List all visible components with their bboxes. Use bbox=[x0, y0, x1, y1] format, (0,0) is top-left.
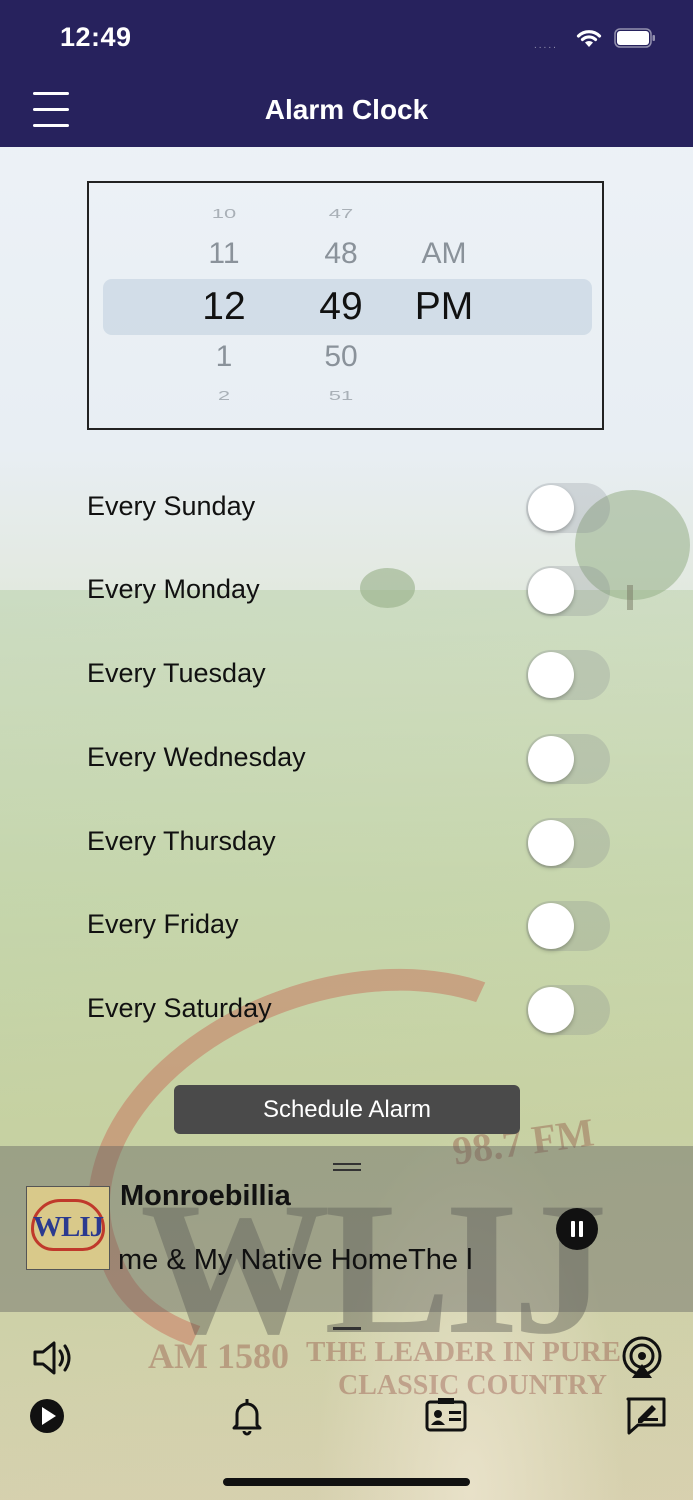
watermark-slogan-1: THE LEADER IN PURE bbox=[306, 1336, 622, 1368]
minute-option[interactable]: 47 bbox=[286, 206, 396, 222]
toggle-knob bbox=[528, 820, 574, 866]
period-selected[interactable]: PM bbox=[389, 285, 499, 329]
minute-selected[interactable]: 49 bbox=[286, 285, 396, 329]
day-label: Every Sunday bbox=[87, 491, 256, 521]
toggle-knob bbox=[528, 485, 574, 531]
volume-icon[interactable] bbox=[30, 1336, 74, 1380]
battery-icon bbox=[614, 28, 655, 48]
minute-option[interactable]: 50 bbox=[286, 340, 396, 374]
track-marquee: me & My Native HomeThe l bbox=[118, 1244, 473, 1276]
message-icon[interactable] bbox=[624, 1394, 668, 1438]
toggle-knob bbox=[528, 652, 574, 698]
day-label: Every Friday bbox=[87, 909, 239, 939]
toggle-tuesday[interactable] bbox=[526, 650, 610, 700]
day-row-saturday: Every Saturday bbox=[87, 985, 610, 1035]
toggle-monday[interactable] bbox=[526, 566, 610, 616]
toggle-saturday[interactable] bbox=[526, 985, 610, 1035]
play-icon[interactable] bbox=[25, 1394, 69, 1438]
wifi-icon bbox=[576, 30, 602, 47]
toggle-knob bbox=[528, 987, 574, 1033]
page-title: Alarm Clock bbox=[264, 94, 429, 125]
minute-option[interactable]: 51 bbox=[286, 388, 396, 404]
toggle-thursday[interactable] bbox=[526, 818, 610, 868]
track-title: Monroebillia bbox=[120, 1180, 291, 1212]
airplay-icon[interactable] bbox=[620, 1336, 664, 1380]
watermark-slogan-2: CLASSIC COUNTRY bbox=[338, 1370, 607, 1401]
minute-option[interactable]: 48 bbox=[286, 237, 396, 271]
toggle-friday[interactable] bbox=[526, 901, 610, 951]
toolbar-grabber bbox=[333, 1327, 361, 1330]
day-row-thursday: Every Thursday bbox=[87, 818, 610, 868]
day-row-monday: Every Monday bbox=[87, 566, 610, 616]
period-option[interactable]: AM bbox=[389, 237, 499, 271]
drag-handle-icon[interactable] bbox=[333, 1163, 361, 1175]
hour-option[interactable]: 1 bbox=[169, 340, 279, 374]
toggle-knob bbox=[528, 903, 574, 949]
now-playing-panel[interactable]: WLIJ Monroebillia me & My Native HomeThe… bbox=[0, 1146, 693, 1312]
contact-card-icon[interactable] bbox=[424, 1394, 468, 1438]
pause-button[interactable] bbox=[556, 1208, 598, 1250]
toggle-knob bbox=[528, 736, 574, 782]
hour-selected[interactable]: 12 bbox=[169, 285, 279, 329]
day-label: Every Thursday bbox=[87, 826, 276, 856]
day-row-friday: Every Friday bbox=[87, 901, 610, 951]
day-label: Every Monday bbox=[87, 574, 260, 604]
schedule-alarm-button[interactable]: Schedule Alarm bbox=[174, 1085, 520, 1134]
hour-option[interactable]: 10 bbox=[169, 206, 279, 222]
watermark-am-band: AM 1580 bbox=[148, 1336, 289, 1376]
time-picker[interactable]: 10 11 12 1 2 47 48 49 50 51 AM PM bbox=[87, 181, 604, 430]
day-row-sunday: Every Sunday bbox=[87, 483, 610, 533]
nav-bar: 12:49 ..... Alarm Clock bbox=[0, 0, 693, 147]
album-art: WLIJ bbox=[26, 1186, 110, 1270]
cellular-signal-icon: ..... bbox=[534, 40, 558, 51]
toggle-wednesday[interactable] bbox=[526, 734, 610, 784]
home-indicator[interactable] bbox=[223, 1478, 470, 1486]
day-label: Every Saturday bbox=[87, 993, 272, 1023]
day-label: Every Wednesday bbox=[87, 742, 306, 772]
toggle-knob bbox=[528, 568, 574, 614]
hour-option[interactable]: 11 bbox=[169, 237, 279, 271]
toggle-sunday[interactable] bbox=[526, 483, 610, 533]
day-row-wednesday: Every Wednesday bbox=[87, 734, 610, 784]
bell-icon[interactable] bbox=[225, 1394, 269, 1438]
day-row-tuesday: Every Tuesday bbox=[87, 650, 610, 700]
hour-option[interactable]: 2 bbox=[169, 388, 279, 404]
status-time: 12:49 bbox=[60, 22, 132, 52]
day-label: Every Tuesday bbox=[87, 658, 266, 688]
album-logo-text: WLIJ bbox=[33, 1211, 104, 1243]
